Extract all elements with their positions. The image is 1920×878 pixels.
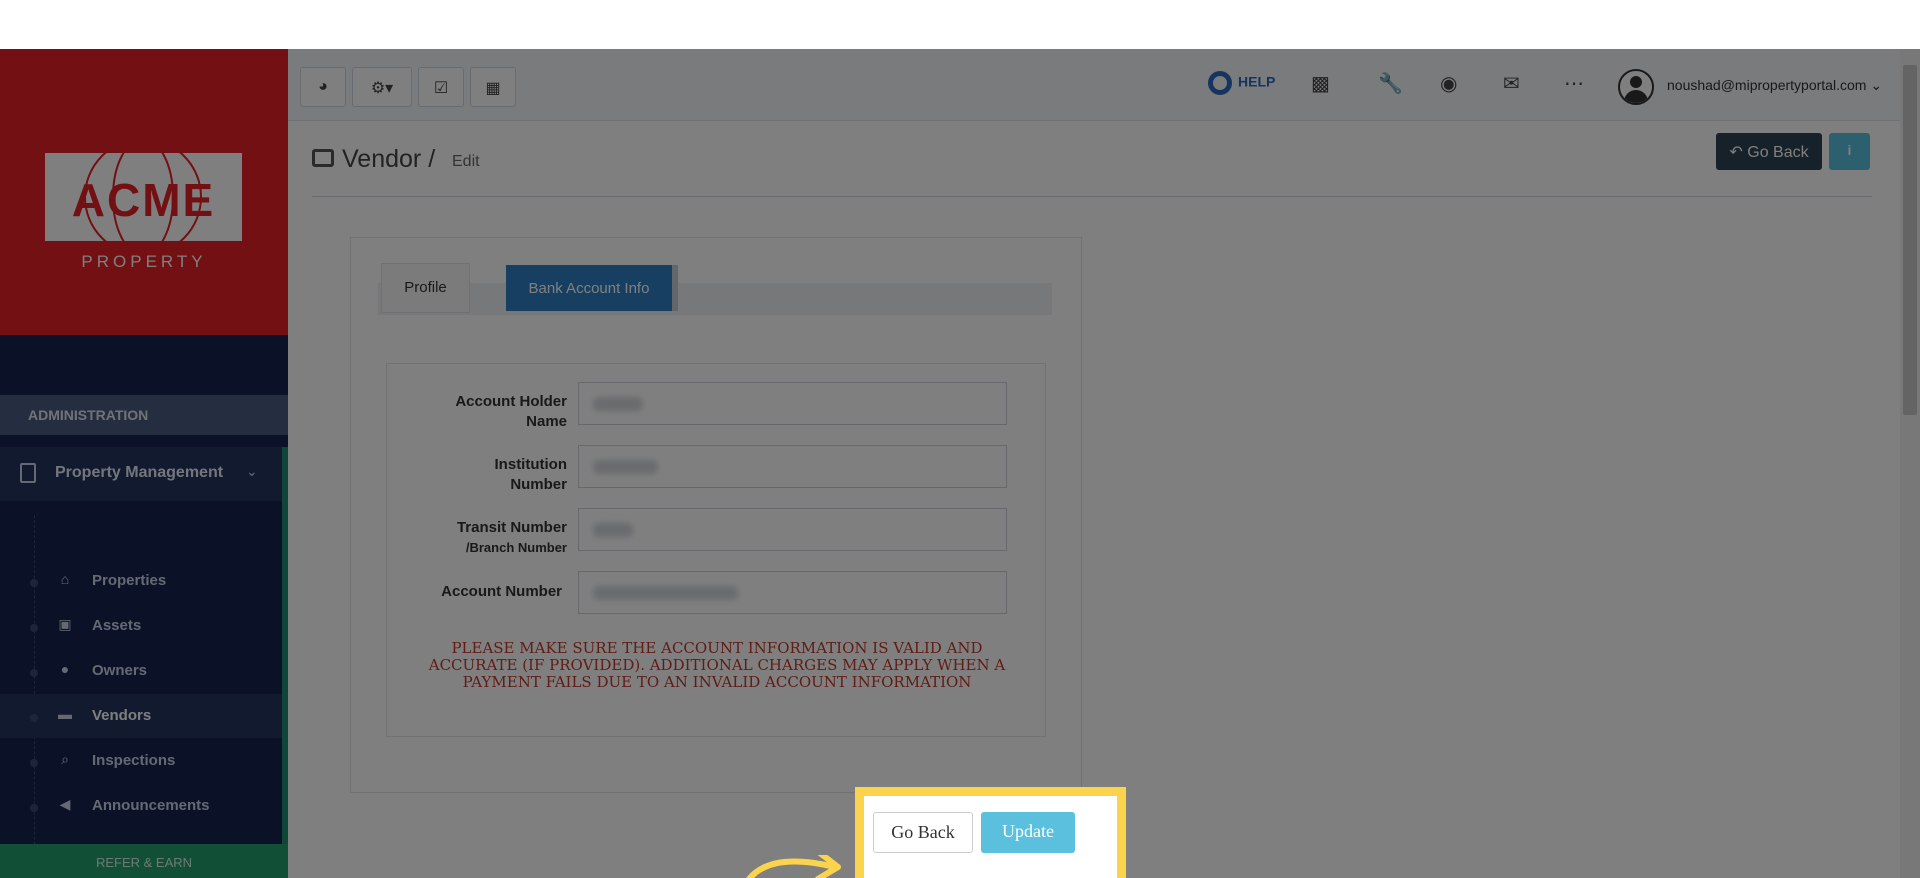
pointer-arrow-icon <box>746 855 841 878</box>
update-button[interactable]: Update <box>981 812 1075 853</box>
go-back-button[interactable]: Go Back <box>873 812 973 853</box>
app-window: ACME PROPERTY ADMINISTRATION Property Ma… <box>0 49 1920 878</box>
dim-overlay <box>0 49 1920 878</box>
action-highlight-box: Go Back Update <box>855 787 1126 878</box>
